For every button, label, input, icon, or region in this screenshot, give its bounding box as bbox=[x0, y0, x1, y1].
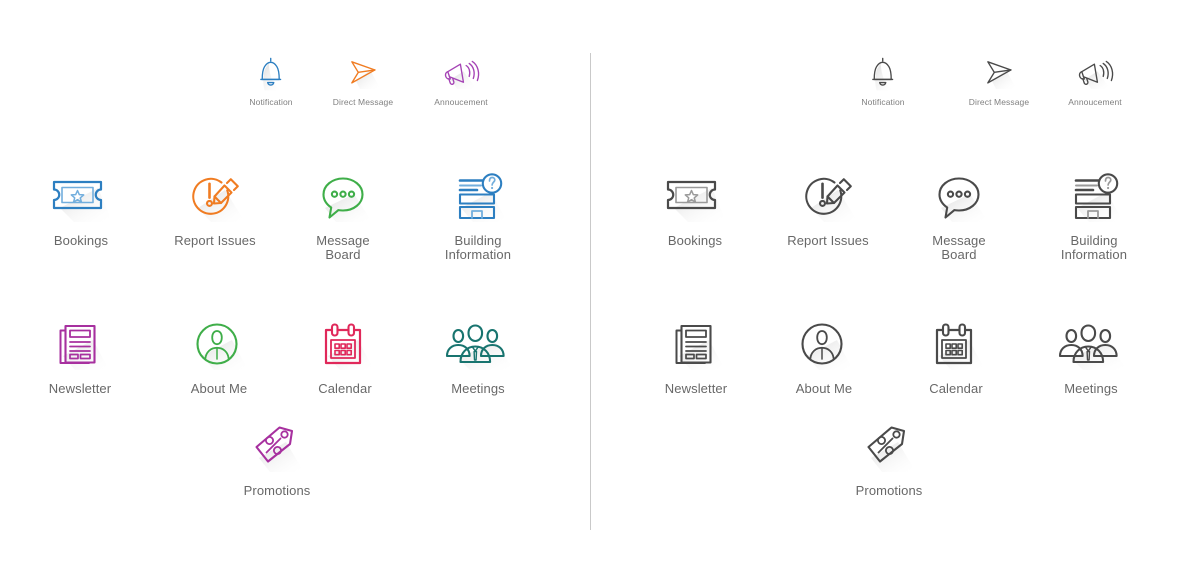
icon-label: Calendar bbox=[929, 381, 983, 396]
icon-tile-promotions[interactable]: Promotions bbox=[202, 420, 352, 498]
icon-label: Bookings bbox=[667, 233, 723, 248]
building-help-icon bbox=[403, 170, 553, 228]
icon-label: Meetings bbox=[1064, 381, 1118, 396]
icon-label: Bookings bbox=[53, 233, 109, 248]
icon-label: Report Issues bbox=[787, 233, 869, 248]
ticket-star-icon bbox=[620, 170, 770, 228]
people-group-icon bbox=[403, 318, 553, 376]
icon-label: Message Board bbox=[932, 233, 986, 262]
icon-tile-meetings[interactable]: Meetings bbox=[1016, 318, 1166, 396]
ticket-star-icon bbox=[6, 170, 156, 228]
megaphone-icon bbox=[386, 55, 536, 92]
icon-tile-message-board[interactable]: Message Board bbox=[884, 170, 1034, 261]
icon-label: Building Information bbox=[444, 233, 512, 262]
user-circle-icon bbox=[749, 318, 899, 376]
icon-tile-message-board[interactable]: Message Board bbox=[268, 170, 418, 261]
icon-tile-about-me[interactable]: About Me bbox=[749, 318, 899, 396]
icon-tile-newsletter[interactable]: Newsletter bbox=[5, 318, 155, 396]
icon-tile-bookings[interactable]: Bookings bbox=[620, 170, 770, 248]
icon-tile-report-issues[interactable]: Report Issues bbox=[753, 170, 903, 248]
building-help-icon bbox=[1019, 170, 1169, 228]
icon-tile-announcement[interactable]: Annoucement bbox=[386, 55, 536, 107]
calendar-icon bbox=[881, 318, 1031, 376]
icon-label: Newsletter bbox=[48, 381, 112, 396]
speech-bubble-icon bbox=[268, 170, 418, 228]
icon-tile-bookings[interactable]: Bookings bbox=[6, 170, 156, 248]
icon-sheet: Notification Direct Message Annoucement … bbox=[0, 0, 1200, 562]
alert-pencil-icon bbox=[753, 170, 903, 228]
icon-label: Promotions bbox=[243, 483, 311, 498]
icon-label: Building Information bbox=[1060, 233, 1128, 262]
documents-icon bbox=[5, 318, 155, 376]
price-tag-percent-icon bbox=[814, 420, 964, 478]
icon-tile-promotions[interactable]: Promotions bbox=[814, 420, 964, 498]
people-group-icon bbox=[1016, 318, 1166, 376]
speech-bubble-icon bbox=[884, 170, 1034, 228]
icon-label: Annoucement bbox=[1068, 96, 1122, 107]
icon-tile-announcement[interactable]: Annoucement bbox=[1020, 55, 1170, 107]
icon-tile-building-information[interactable]: Building Information bbox=[1019, 170, 1169, 261]
icon-label: Message Board bbox=[316, 233, 370, 262]
icon-label: Promotions bbox=[855, 483, 923, 498]
panel-divider bbox=[590, 53, 591, 530]
price-tag-percent-icon bbox=[202, 420, 352, 478]
icon-label: About Me bbox=[795, 381, 853, 396]
megaphone-icon bbox=[1020, 55, 1170, 92]
icon-label: Meetings bbox=[451, 381, 505, 396]
calendar-icon bbox=[270, 318, 420, 376]
icon-label: Annoucement bbox=[434, 96, 488, 107]
icon-tile-calendar[interactable]: Calendar bbox=[881, 318, 1031, 396]
icon-tile-calendar[interactable]: Calendar bbox=[270, 318, 420, 396]
icon-label: Calendar bbox=[318, 381, 372, 396]
icon-tile-meetings[interactable]: Meetings bbox=[403, 318, 553, 396]
icon-tile-building-information[interactable]: Building Information bbox=[403, 170, 553, 261]
